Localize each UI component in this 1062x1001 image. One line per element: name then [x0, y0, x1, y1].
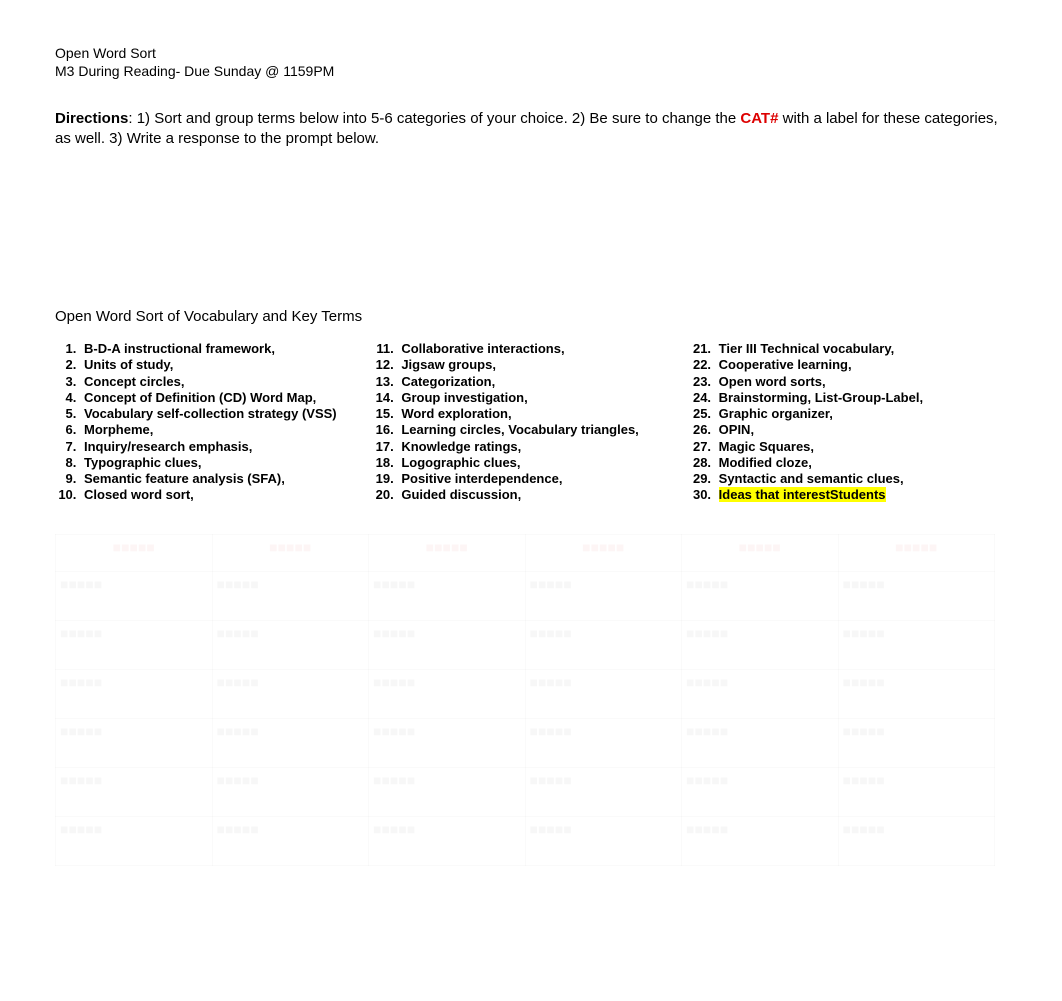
category-cell[interactable]: ■■■■■ [682, 767, 839, 816]
term-item: Positive interdependence, [397, 471, 689, 487]
term-item: Knowledge ratings, [397, 439, 689, 455]
category-cell[interactable]: ■■■■■ [838, 620, 995, 669]
terms-column-3: Tier III Technical vocabulary,Cooperativ… [690, 341, 1007, 504]
category-cell[interactable]: ■■■■■ [369, 571, 526, 620]
highlighted-term: Ideas that interestStudents [719, 487, 886, 502]
category-cell[interactable]: ■■■■■ [369, 816, 526, 865]
category-cell[interactable]: ■■■■■ [212, 571, 369, 620]
category-header[interactable]: ■■■■■ [682, 534, 839, 571]
directions-label: Directions [55, 110, 128, 127]
category-cell[interactable]: ■■■■■ [838, 669, 995, 718]
category-header[interactable]: ■■■■■ [369, 534, 526, 571]
term-item: Semantic feature analysis (SFA), [80, 471, 372, 487]
category-cell[interactable]: ■■■■■ [682, 669, 839, 718]
directions-text-1: : 1) Sort and group terms below into 5-6… [128, 110, 740, 127]
term-item: Inquiry/research emphasis, [80, 439, 372, 455]
term-item: Group investigation, [397, 390, 689, 406]
category-cell[interactable]: ■■■■■ [682, 816, 839, 865]
category-cell[interactable]: ■■■■■ [56, 620, 213, 669]
category-cell[interactable]: ■■■■■ [525, 669, 682, 718]
document-page: Open Word Sort M3 During Reading- Due Su… [0, 0, 1062, 911]
category-cell[interactable]: ■■■■■ [682, 571, 839, 620]
term-item: OPIN, [715, 422, 1007, 438]
category-cell[interactable]: ■■■■■ [525, 571, 682, 620]
category-cell[interactable]: ■■■■■ [369, 767, 526, 816]
category-header[interactable]: ■■■■■ [56, 534, 213, 571]
category-cell[interactable]: ■■■■■ [525, 816, 682, 865]
term-item: Cooperative learning, [715, 357, 1007, 373]
category-cell[interactable]: ■■■■■ [838, 767, 995, 816]
term-item: Collaborative interactions, [397, 341, 689, 357]
category-cell[interactable]: ■■■■■ [56, 816, 213, 865]
term-item: Concept circles, [80, 374, 372, 390]
term-item: Tier III Technical vocabulary, [715, 341, 1007, 357]
term-item: Categorization, [397, 374, 689, 390]
category-cell[interactable]: ■■■■■ [838, 571, 995, 620]
category-cell[interactable]: ■■■■■ [682, 620, 839, 669]
category-cell[interactable]: ■■■■■ [212, 669, 369, 718]
category-header[interactable]: ■■■■■ [838, 534, 995, 571]
category-cell[interactable]: ■■■■■ [369, 718, 526, 767]
directions-block: Directions: 1) Sort and group terms belo… [55, 109, 1007, 148]
header: Open Word Sort M3 During Reading- Due Su… [55, 45, 1007, 79]
term-item: Graphic organizer, [715, 406, 1007, 422]
category-cell[interactable]: ■■■■■ [212, 718, 369, 767]
term-item: Modified cloze, [715, 455, 1007, 471]
term-item: B-D-A instructional framework, [80, 341, 372, 357]
category-cell[interactable]: ■■■■■ [369, 620, 526, 669]
term-item: Concept of Definition (CD) Word Map, [80, 390, 372, 406]
term-item: Magic Squares, [715, 439, 1007, 455]
term-item: Typographic clues, [80, 455, 372, 471]
category-cell[interactable]: ■■■■■ [525, 718, 682, 767]
term-item: Morpheme, [80, 422, 372, 438]
term-item: Learning circles, Vocabulary triangles, [397, 422, 689, 438]
terms-column-1: B-D-A instructional framework,Units of s… [55, 341, 372, 504]
category-cell[interactable]: ■■■■■ [212, 620, 369, 669]
assignment-title: Open Word Sort [55, 45, 1007, 61]
term-item: Word exploration, [397, 406, 689, 422]
term-item: Units of study, [80, 357, 372, 373]
term-item: Brainstorming, List-Group-Label, [715, 390, 1007, 406]
category-cell[interactable]: ■■■■■ [56, 718, 213, 767]
term-item: Ideas that interestStudents [715, 487, 1007, 503]
category-cell[interactable]: ■■■■■ [212, 816, 369, 865]
term-item: Open word sorts, [715, 374, 1007, 390]
term-item: Syntactic and semantic clues, [715, 471, 1007, 487]
category-header[interactable]: ■■■■■ [212, 534, 369, 571]
category-table: ■■■■■■■■■■■■■■■■■■■■■■■■■■■■■■ ■■■■■■■■■… [55, 534, 995, 866]
terms-column-2: Collaborative interactions,Jigsaw groups… [372, 341, 689, 504]
category-cell[interactable]: ■■■■■ [525, 620, 682, 669]
term-item: Closed word sort, [80, 487, 372, 503]
cat-placeholder: CAT# [740, 110, 778, 127]
term-item: Guided discussion, [397, 487, 689, 503]
section-subtitle: Open Word Sort of Vocabulary and Key Ter… [55, 308, 1007, 325]
term-item: Logographic clues, [397, 455, 689, 471]
category-cell[interactable]: ■■■■■ [838, 718, 995, 767]
category-cell[interactable]: ■■■■■ [56, 767, 213, 816]
category-cell[interactable]: ■■■■■ [838, 816, 995, 865]
category-cell[interactable]: ■■■■■ [56, 669, 213, 718]
category-cell[interactable]: ■■■■■ [212, 767, 369, 816]
terms-columns: B-D-A instructional framework,Units of s… [55, 341, 1007, 504]
category-cell[interactable]: ■■■■■ [525, 767, 682, 816]
category-cell[interactable]: ■■■■■ [56, 571, 213, 620]
term-item: Jigsaw groups, [397, 357, 689, 373]
term-item: Vocabulary self-collection strategy (VSS… [80, 406, 372, 422]
category-header[interactable]: ■■■■■ [525, 534, 682, 571]
assignment-due: M3 During Reading- Due Sunday @ 1159PM [55, 63, 1007, 79]
category-cell[interactable]: ■■■■■ [682, 718, 839, 767]
category-cell[interactable]: ■■■■■ [369, 669, 526, 718]
